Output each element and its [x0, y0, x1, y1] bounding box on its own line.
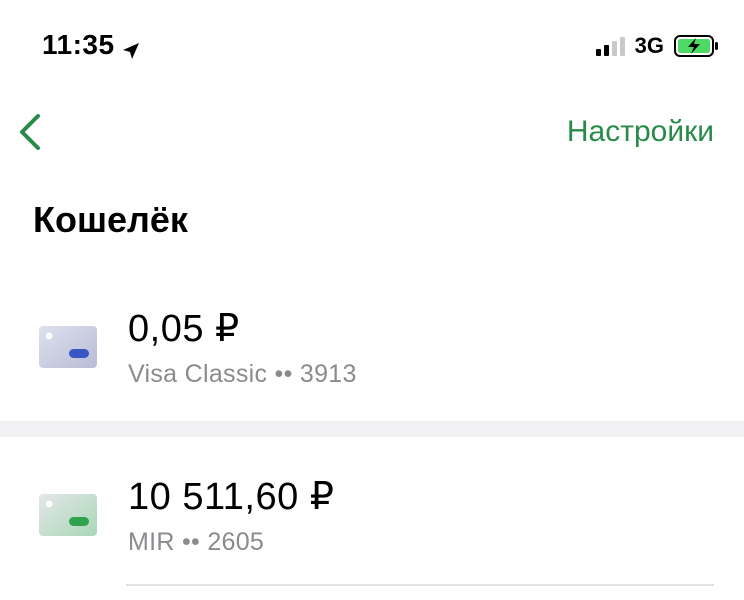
network-type: 3G	[634, 33, 664, 58]
status-indicators: 3G	[595, 32, 718, 60]
card-name: Visa Classic •• 3913	[128, 360, 357, 388]
status-time-text: 11:35	[42, 29, 115, 60]
row-divider	[126, 584, 714, 586]
card-balance: 0,05 ₽	[128, 308, 240, 350]
card-item-visa[interactable]: 0,05 ₽ Visa Classic •• 3913	[0, 298, 744, 418]
settings-button[interactable]: Настройки	[567, 113, 714, 151]
battery-charging-icon	[674, 35, 718, 57]
card-name: MIR •• 2605	[128, 528, 265, 556]
section-divider	[0, 421, 744, 437]
card-item-mir[interactable]: 10 511,60 ₽ MIR •• 2605	[0, 466, 744, 586]
visa-card-icon	[39, 326, 97, 368]
page-title: Кошелёк	[33, 199, 188, 240]
back-button[interactable]	[12, 108, 52, 156]
card-balance: 10 511,60 ₽	[128, 476, 335, 518]
wallet-screen: 11:35 3G Настройки Кошелёк 0,05 ₽ Visa C…	[0, 0, 744, 600]
chevron-left-icon	[20, 114, 40, 150]
cellular-signal-icon	[595, 36, 625, 56]
location-arrow-icon	[121, 35, 141, 59]
mir-card-icon	[39, 494, 97, 536]
status-time: 11:35	[42, 28, 141, 62]
